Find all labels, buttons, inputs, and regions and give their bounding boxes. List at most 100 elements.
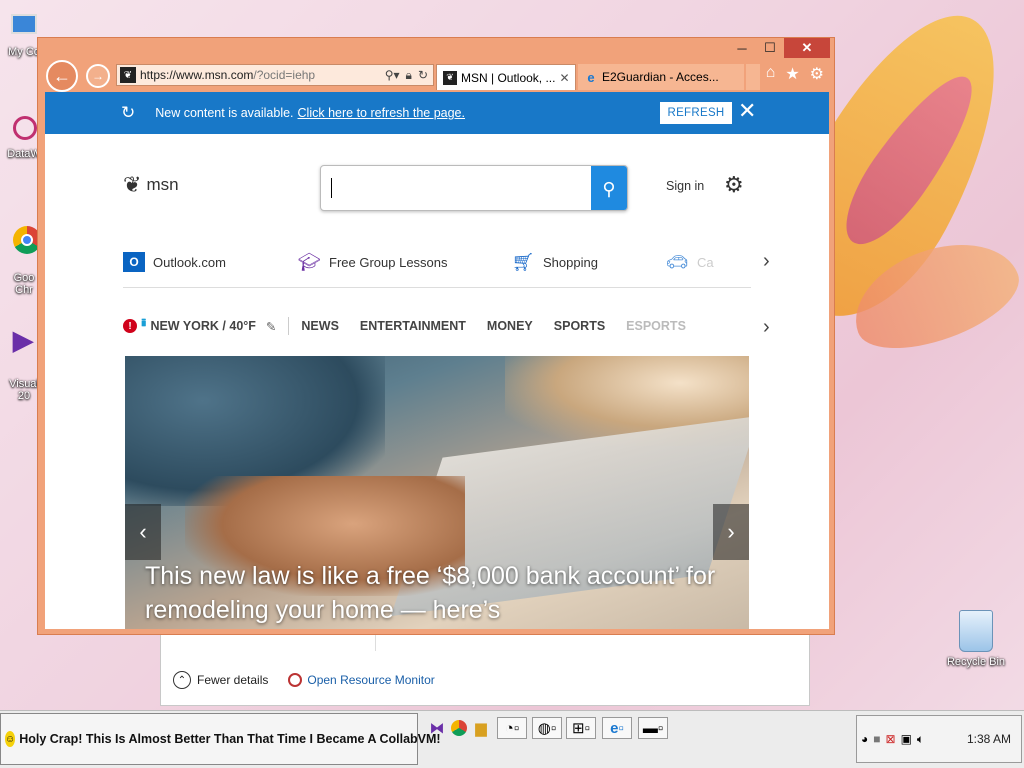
fewer-details-link[interactable]: Fewer details (197, 673, 268, 687)
forward-button[interactable]: → (86, 64, 110, 88)
refresh-button[interactable]: REFRESH (660, 102, 732, 124)
new-tab-button[interactable] (746, 64, 760, 90)
rain-icon: ⁱⁱⁱⁱ (141, 318, 147, 335)
dataw-icon (7, 111, 42, 146)
refresh-notice-bar: ↻ New content is available. Click here t… (45, 92, 829, 134)
msn-logo-text: msn (146, 175, 179, 194)
shopping-cart-icon: 🛒︎ (511, 251, 535, 272)
graduation-cap-icon: 🎓︎ (297, 251, 321, 272)
tab-msn[interactable]: ❦ MSN | Outlook, ... ✕ (436, 64, 576, 90)
desktop-icon-label: DataW (7, 148, 41, 160)
search-button[interactable]: ⚲ (591, 166, 627, 210)
category-nav: ! ⁱⁱⁱⁱ NEW YORK / 40°F ✎ NEWS ENTERTAINM… (123, 314, 743, 338)
speaker-icon[interactable]: 🔈︎ (917, 732, 924, 747)
refresh-page-link[interactable]: Click here to refresh the page. (298, 106, 465, 120)
taskbar: ☺ Holy Crap! This Is Almost Better Than … (0, 710, 1024, 768)
network-error-icon[interactable]: ⊠ (886, 732, 896, 746)
close-tab-icon[interactable]: ✕ (555, 71, 569, 85)
url-domain: https://www.msn.com (140, 68, 254, 82)
nav-entertainment[interactable]: ENTERTAINMENT (360, 319, 466, 333)
search-dropdown-icon[interactable]: ⚲▾ (385, 68, 400, 83)
window-caption-buttons: ─ ☐ ✕ (728, 38, 830, 58)
address-url[interactable]: https://www.msn.com/?ocid=iehp (140, 68, 385, 82)
nav-esports[interactable]: ESPORTS (626, 319, 686, 333)
open-resource-monitor-link[interactable]: Open Resource Monitor (288, 673, 435, 687)
weather-alert-icon[interactable]: ! (123, 319, 137, 333)
desktop-icon-label: Visual 20 (9, 378, 39, 402)
browser-toolbar: ⌂ ★ ⚙ (766, 64, 824, 84)
tab-title: MSN | Outlook, ... (461, 70, 556, 85)
nav-news[interactable]: NEWS (301, 319, 339, 333)
stop-icon[interactable]: ■ (873, 732, 880, 746)
msn-logo[interactable]: ❦ msn (123, 172, 179, 198)
close-window-button[interactable]: ✕ (784, 38, 830, 58)
task-manager-footer: ⌃ Fewer details Open Resource Monitor (173, 671, 435, 689)
weather-location[interactable]: NEW YORK / 40°F (150, 319, 255, 333)
back-button[interactable]: ← (46, 60, 78, 92)
quick-link-label: Outlook.com (153, 254, 226, 270)
favorites-star-icon[interactable]: ★ (785, 64, 799, 84)
nav-money[interactable]: MONEY (487, 319, 533, 333)
carousel-next-button[interactable]: › (713, 504, 749, 560)
desktop-icon-label: My Co (8, 46, 40, 58)
ie-favicon-icon: e (587, 69, 595, 85)
chevron-up-icon[interactable]: ⌃ (173, 671, 191, 689)
chevron-right-icon[interactable]: › (763, 316, 770, 339)
quick-link-shopping[interactable]: 🛒︎ Shopping (511, 252, 598, 272)
outlook-icon: O (123, 252, 145, 272)
edit-pencil-icon[interactable]: ✎ (266, 319, 276, 334)
minimize-button[interactable]: ─ (728, 38, 756, 58)
nav-sports[interactable]: SPORTS (554, 319, 605, 333)
ie-taskbar-button[interactable]: e▫ (602, 717, 632, 739)
quick-link-cars[interactable]: 🚗︎ Ca (665, 252, 714, 272)
msn-butterfly-icon: ❦ (123, 172, 142, 197)
tray-circle-icon[interactable]: ◕ (861, 732, 868, 746)
lock-icon[interactable]: 🔒︎ (406, 68, 412, 83)
taskbar-window-button[interactable]: ◔▫ (497, 717, 527, 739)
display-icon[interactable]: ▣ (901, 732, 912, 746)
quick-link-free-group-lessons[interactable]: 🎓︎ Free Group Lessons (297, 252, 448, 272)
home-icon[interactable]: ⌂ (766, 64, 776, 84)
car-icon: 🚗︎ (665, 251, 689, 272)
sign-in-link[interactable]: Sign in (666, 179, 704, 193)
network-taskbar-button[interactable]: ◍▫ (532, 717, 562, 739)
quick-links-bar: O Outlook.com 🎓︎ Free Group Lessons 🛒︎ S… (123, 250, 770, 288)
close-notice-icon[interactable]: ✕ (738, 98, 756, 124)
recycle-bin-icon (959, 610, 993, 652)
settings-gear-icon[interactable]: ⚙ (724, 172, 744, 198)
refresh-icon[interactable]: ↻ (418, 68, 428, 83)
notice-message: New content is available. (155, 106, 294, 120)
chevron-right-icon[interactable]: › (763, 250, 770, 273)
quick-link-outlook[interactable]: O Outlook.com (123, 252, 226, 272)
page-content: ↻ New content is available. Click here t… (45, 92, 829, 629)
desktop-icon-label: Recycle Bin (946, 656, 1006, 668)
maximize-button[interactable]: ☐ (756, 38, 784, 58)
chrome-icon (7, 224, 41, 258)
quick-link-label: Shopping (543, 254, 598, 270)
quick-link-label: Free Group Lessons (329, 254, 448, 270)
task-manager-taskbar-button[interactable]: ⊞▫ (566, 717, 596, 739)
open-resource-monitor-label: Open Resource Monitor (307, 673, 435, 687)
gear-icon[interactable]: ⚙ (810, 64, 824, 84)
desktop-icon-recycle-bin[interactable]: Recycle Bin (938, 610, 1014, 668)
desktop-icon-label: Goo Chr (13, 272, 35, 296)
clock[interactable]: 1:38 AM (967, 732, 1011, 746)
text-caret (331, 178, 332, 198)
hero-carousel[interactable]: ‹ › This new law is like a free ‘$8,000 … (125, 356, 749, 629)
visual-studio-icon: ▶ (13, 325, 33, 355)
msn-favicon-icon: ❦ (443, 70, 457, 85)
tab-e2guardian[interactable]: e E2Guardian - Acces... (578, 64, 744, 90)
address-bar[interactable]: ❦ https://www.msn.com/?ocid=iehp ⚲▾ 🔒︎ ↻ (116, 64, 434, 86)
cmd-taskbar-button[interactable]: ▬▫ (638, 717, 668, 739)
taskbar-title: Holy Crap! This Is Almost Better Than Th… (19, 732, 441, 746)
divider (288, 317, 290, 335)
hero-headline[interactable]: This new law is like a free ‘$8,000 bank… (145, 559, 735, 627)
url-path: /?ocid=iehp (253, 68, 316, 82)
folder-taskbar-icon[interactable]: ▆ (466, 717, 496, 739)
browser-window: ─ ☐ ✕ ← → ❦ https://www.msn.com/?ocid=ie… (37, 37, 835, 635)
computer-icon (7, 10, 41, 44)
carousel-prev-button[interactable]: ‹ (125, 504, 161, 560)
search-input[interactable]: ⚲ (320, 165, 628, 211)
taskbar-title-button[interactable]: ☺ Holy Crap! This Is Almost Better Than … (0, 713, 441, 765)
system-tray: ◕ ■ ⊠ ▣ 🔈︎ 1:38 AM (856, 715, 1022, 763)
